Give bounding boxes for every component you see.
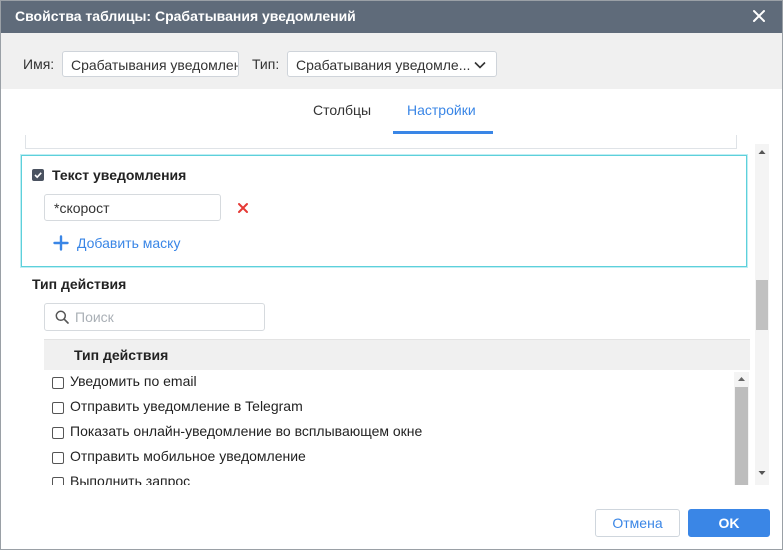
tab-settings[interactable]: Настройки (407, 102, 476, 118)
content-scrollbar[interactable] (755, 144, 769, 485)
notification-text-title: Текст уведомления (52, 167, 187, 183)
list-scrollbar[interactable] (734, 372, 749, 485)
action-column-header: Тип действия (74, 347, 169, 363)
name-label: Имя: (23, 56, 55, 72)
list-item[interactable]: Уведомить по email (44, 370, 734, 395)
type-select-value: Срабатывания уведомле... (296, 57, 471, 73)
search-input[interactable]: Поиск (44, 303, 265, 331)
list-item[interactable]: Выполнить запрос (44, 470, 734, 485)
cancel-button[interactable]: Отмена (595, 509, 680, 537)
list-item-label: Уведомить по email (70, 373, 197, 389)
search-icon (55, 310, 69, 324)
type-label: Тип: (252, 56, 280, 72)
search-placeholder: Поиск (75, 309, 114, 325)
plus-icon (53, 235, 69, 251)
list-item-label: Выполнить запрос (70, 473, 191, 485)
action-table-header: Тип действия (44, 339, 750, 370)
action-type-title: Тип действия (32, 276, 127, 292)
list-item-label: Отправить мобильное уведомление (70, 448, 306, 464)
list-item-label: Отправить уведомление в Telegram (70, 398, 303, 414)
list-item[interactable]: Отправить мобильное уведомление (44, 445, 734, 470)
tabs-bar: Столбцы Настройки (1, 89, 782, 135)
table-properties-dialog: Свойства таблицы: Срабатывания уведомлен… (0, 0, 783, 550)
type-select[interactable]: Срабатывания уведомле... (287, 51, 497, 77)
checkbox[interactable] (52, 377, 64, 389)
dialog-title: Свойства таблицы: Срабатывания уведомлен… (15, 8, 356, 24)
name-input[interactable]: Срабатывания уведомлений (62, 51, 239, 77)
checkbox[interactable] (52, 452, 64, 464)
checkbox[interactable] (52, 477, 64, 485)
list-item-label: Показать онлайн-уведомление во всплывающ… (70, 423, 423, 439)
add-mask-label: Добавить маску (77, 235, 181, 251)
list-item[interactable]: Показать онлайн-уведомление во всплывающ… (44, 420, 734, 445)
previous-section-edge (25, 135, 737, 149)
active-tab-indicator (393, 131, 493, 134)
tab-columns[interactable]: Столбцы (313, 102, 371, 118)
mask-input[interactable]: *скорост (44, 194, 221, 221)
name-type-bar: Имя: Срабатывания уведомлений Тип: Сраба… (1, 33, 782, 89)
dialog-titlebar: Свойства таблицы: Срабатывания уведомлен… (1, 1, 782, 33)
checkbox[interactable] (52, 402, 64, 414)
ok-button[interactable]: OK (688, 509, 770, 537)
delete-icon[interactable] (237, 202, 249, 214)
checkbox-icon (34, 172, 42, 179)
notification-text-checkbox[interactable] (32, 169, 44, 181)
chevron-down-icon (474, 61, 486, 69)
list-item[interactable]: Отправить уведомление в Telegram (44, 395, 734, 420)
checkbox[interactable] (52, 427, 64, 439)
close-icon[interactable] (750, 7, 768, 25)
